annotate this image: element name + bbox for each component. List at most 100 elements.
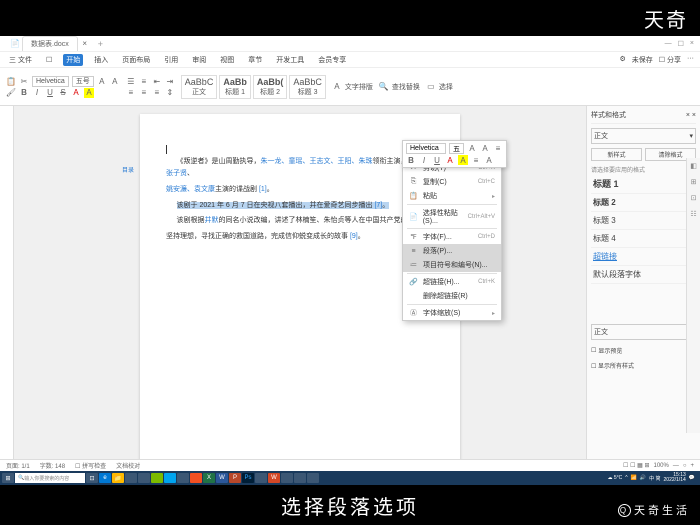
tb-app-14[interactable] [307, 473, 319, 483]
tb-app-7[interactable]: X [203, 473, 215, 483]
numbering-icon[interactable]: ≡ [139, 76, 149, 86]
style-item-h1[interactable]: 标题 1↲ [591, 174, 696, 194]
notif-icon[interactable]: 💬 [689, 475, 695, 481]
style-item-link[interactable]: 超链接a [591, 248, 696, 266]
current-style-select[interactable]: 正文▾ [591, 128, 696, 144]
paragraph-2[interactable]: 姚安濂、袁文康主演的谍战剧 [1]。 [166, 184, 434, 196]
menu-layout[interactable]: 页面布局 [119, 54, 153, 66]
vt-icon-3[interactable]: ⊡ [689, 194, 699, 204]
bold-button[interactable]: B [19, 88, 29, 98]
vt-icon-4[interactable]: ☷ [689, 210, 699, 220]
tray-up-icon[interactable]: ^ [625, 475, 627, 481]
paragraph-3-selected[interactable]: 该剧于 2021 年 6 月 7 日在央视八套播出，并在爱奇艺同步播出 [7]。 [166, 200, 434, 212]
indent-inc-icon[interactable]: ⇥ [165, 76, 175, 86]
zoom-out[interactable]: — [673, 463, 679, 469]
tb-app-6[interactable] [190, 473, 202, 483]
text-layout-icon[interactable]: A [332, 82, 342, 92]
font-color-icon[interactable]: A [71, 88, 81, 98]
font-size-select[interactable]: 五号 [72, 76, 94, 87]
style-h1[interactable]: AaBb标题 1 [219, 75, 251, 99]
grow-font-icon[interactable]: A [97, 76, 107, 86]
page-indicator[interactable]: 页面: 1/1 [6, 461, 30, 470]
cut-icon[interactable]: ✂ [19, 76, 29, 86]
menu-more[interactable]: ··· [687, 55, 694, 65]
menu-devtools[interactable]: 开发工具 [273, 54, 307, 66]
tb-app-4[interactable] [164, 473, 176, 483]
show-all-checkbox[interactable]: ☐ 显示所有样式 [591, 361, 696, 370]
maximize-button[interactable]: ☐ [678, 40, 684, 48]
zoom-in[interactable]: + [690, 463, 694, 469]
zoom-slider[interactable]: ○ [683, 463, 687, 469]
menu-icon[interactable]: ☐ [43, 55, 55, 65]
tb-app-10[interactable]: Ps [242, 473, 254, 483]
word-count[interactable]: 字数: 148 [40, 461, 65, 470]
style-item-default-font[interactable]: 默认段落字体a [591, 266, 696, 284]
doc-tab-active[interactable]: 数据表.docx [22, 36, 78, 51]
menu-view[interactable]: 视图 [217, 54, 237, 66]
tb-app-1[interactable] [125, 473, 137, 483]
strike-button[interactable]: S [58, 88, 68, 98]
style-item-h4[interactable]: 标题 4↲ [591, 230, 696, 248]
line-spacing-icon[interactable]: ⇕ [165, 87, 175, 97]
mini-list-icon[interactable]: ≡ [493, 144, 503, 154]
tab-close-icon[interactable]: × [80, 39, 90, 49]
tb-app-11[interactable] [255, 473, 267, 483]
menu-start[interactable]: 开始 [63, 54, 83, 66]
menu-settings-icon[interactable]: ⚙ [619, 55, 625, 65]
menu-file[interactable]: 三 文件 [6, 54, 35, 66]
highlight-icon[interactable]: A [84, 88, 94, 98]
menu-vip[interactable]: 会员专享 [315, 54, 349, 66]
tb-app-2[interactable] [138, 473, 150, 483]
cm-hyperlink[interactable]: 🔗超链接(H)...Ctrl+K [403, 275, 501, 289]
tray-ime[interactable]: 中 简 [649, 475, 660, 482]
cm-paste[interactable]: 📋粘贴▸ [403, 189, 501, 203]
tb-app-13[interactable] [294, 473, 306, 483]
style-h3[interactable]: AaBbC标题 3 [289, 75, 326, 99]
tb-wps[interactable]: W [268, 473, 280, 483]
style-item-h2[interactable]: 标题 2↲ [591, 194, 696, 212]
zoom-level[interactable]: 100% [654, 463, 669, 469]
doc-proof[interactable]: 文档校对 [116, 461, 140, 470]
vt-icon-2[interactable]: ⊞ [689, 178, 699, 188]
tray-net-icon[interactable]: 📶 [631, 475, 637, 481]
align-left-icon[interactable]: ≡ [126, 87, 136, 97]
indent-dec-icon[interactable]: ⇤ [152, 76, 162, 86]
mini-highlight[interactable]: A [458, 155, 468, 165]
tb-app-3[interactable] [151, 473, 163, 483]
tb-app-9[interactable]: P [229, 473, 241, 483]
mini-align[interactable]: ≡ [471, 155, 481, 165]
paste-icon[interactable]: 📋 [6, 76, 16, 86]
view-buttons[interactable]: ☐ ☐ ▦ ⊞ [623, 462, 649, 469]
share-button[interactable]: ☐ 分享 [659, 55, 681, 65]
mini-font-select[interactable]: Helvetica [406, 143, 446, 154]
minimize-button[interactable]: — [665, 40, 672, 48]
align-center-icon[interactable]: ≡ [139, 87, 149, 97]
bullets-icon[interactable]: ☰ [126, 76, 136, 86]
underline-button[interactable]: U [45, 88, 55, 98]
close-button[interactable]: × [690, 40, 694, 48]
tb-task-view[interactable]: ⊡ [86, 473, 98, 483]
tb-app-5[interactable] [177, 473, 189, 483]
mini-grow-icon[interactable]: A [467, 144, 477, 154]
new-tab-button[interactable]: + [92, 39, 109, 49]
taskbar-clock[interactable]: 15:132022/1/14 [664, 473, 686, 483]
find-icon[interactable]: 🔍 [379, 82, 389, 92]
paragraph-5[interactable]: 坚持理想，寻找正确的救国道路，完成信仰蜕变成长的故事 [9]。 [166, 231, 434, 243]
mini-size-select[interactable]: 五 [449, 143, 464, 154]
style-h2[interactable]: AaBb(标题 2 [253, 75, 288, 99]
mini-shrink-icon[interactable]: A [480, 144, 490, 154]
cm-font-scale[interactable]: Ⓐ字体缩放(S)▸ [403, 306, 501, 320]
paragraph-4[interactable]: 该剧根据井默的同名小说改编，讲述了林楠笙、朱怡贞等人在中国共产党的指引下 [166, 215, 434, 227]
spell-check[interactable]: ☐ 拼写检查 [75, 461, 106, 470]
start-button[interactable]: ⊞ [2, 473, 14, 483]
vt-icon-1[interactable]: ◧ [689, 162, 699, 172]
style-filter-select[interactable]: 正文▾ [591, 324, 696, 340]
mini-bold[interactable]: B [406, 155, 416, 165]
format-painter-icon[interactable]: 🖌 [6, 88, 16, 98]
menu-reference[interactable]: 引用 [161, 54, 181, 66]
cm-paste-special[interactable]: 📄选择性粘贴(S)...Ctrl+Alt+V [403, 206, 501, 227]
italic-button[interactable]: I [32, 88, 42, 98]
preview-checkbox[interactable]: ☐显示预览 [591, 346, 696, 355]
tray-vol-icon[interactable]: 🔊 [640, 475, 646, 481]
align-right-icon[interactable]: ≡ [152, 87, 162, 97]
